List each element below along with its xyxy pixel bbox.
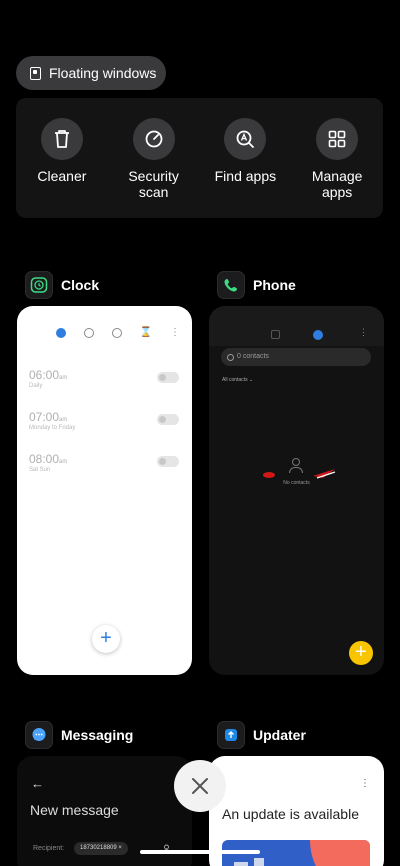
messaging-app-header[interactable]: Messaging [25,721,133,749]
alarm-toggle[interactable] [157,414,179,425]
phone-tabs: ⋮ [209,306,384,346]
security-scan-label: Security scan [128,168,179,200]
add-contact-button[interactable]: + [349,641,373,665]
search-apps-icon [224,118,267,160]
alarm-row[interactable]: 07:00am Monday to Friday [29,410,179,431]
alarm-time: 06:00 [29,368,60,382]
updater-more-menu-icon[interactable]: ⋮ [360,778,370,789]
alarm-toggle[interactable] [157,456,179,467]
phone-more-menu-icon[interactable]: ⋮ [359,327,368,338]
update-available-heading: An update is available [222,806,359,822]
phone-app-preview[interactable]: ⋮ 0 contacts All contacts ⌄ No contacts [209,306,384,675]
update-icon [217,721,245,749]
close-icon [192,778,208,794]
recipient-label: Recipient: [33,845,65,852]
alarm-days: Sat Sun [29,467,51,473]
messaging-app-name: Messaging [61,727,134,743]
grid-icon [316,118,359,160]
alarm-row[interactable]: 08:00am Sat Sun [29,452,179,473]
alarm-time: 08:00 [29,452,60,466]
shield-speedometer-icon [132,118,175,160]
close-recents-button[interactable] [174,760,226,812]
alarm-toggle[interactable] [157,372,179,383]
stopwatch-tab-icon[interactable] [111,328,122,338]
contacts-filter[interactable]: All contacts ⌄ [222,377,253,383]
contacts-tab-icon[interactable] [313,330,323,340]
updater-app-name: Updater [253,727,306,743]
alarm-tab-icon[interactable] [55,328,66,338]
alarm-days: Monday to Friday [29,425,76,431]
recents-tab-icon[interactable] [271,330,280,339]
floating-windows-button[interactable]: Floating windows [16,56,166,90]
world-clock-tab-icon[interactable] [83,328,94,338]
contacts-search-input[interactable]: 0 contacts [221,348,371,366]
alarm-time: 07:00 [29,410,60,424]
clock-app-name: Clock [61,277,100,293]
phone-app-name: Phone [253,277,296,293]
recipient-value: 18730218809 [80,845,117,851]
clock-icon [25,271,53,299]
add-alarm-button[interactable]: + [92,625,120,653]
back-arrow-icon[interactable]: ← [31,776,44,791]
phone-app-header[interactable]: Phone [217,271,296,299]
recipient-chip[interactable]: 18730218809 × [74,842,128,855]
decorative-highlight [263,469,336,479]
phone-icon [217,271,245,299]
new-message-title: New message [30,802,119,818]
chat-bubble-icon [25,721,53,749]
quick-tools-panel: Cleaner Security scan Find apps Manage a… [16,98,383,218]
alarm-row[interactable]: 06:00am Daily [29,368,179,389]
clock-tabs: ⌛ ⋮ [17,306,192,338]
find-apps-label: Find apps [214,168,277,184]
home-gesture-bar[interactable] [140,850,260,854]
updater-app-header[interactable]: Updater [217,721,306,749]
find-apps-tool[interactable]: Find apps [200,98,292,218]
clock-app-preview[interactable]: ⌛ ⋮ 06:00am Daily 07:00am Monday to Frid… [17,306,192,675]
cleaner-tool[interactable]: Cleaner [16,98,108,218]
security-scan-tool[interactable]: Security scan [108,98,200,218]
alarm-ampm: am [59,417,68,423]
trash-icon [40,118,83,160]
alarm-days: Daily [29,383,43,389]
alarm-ampm: am [59,459,68,465]
contacts-filter-label: All contacts [222,377,248,383]
manage-apps-tool[interactable]: Manage apps [291,98,383,218]
clock-app-header[interactable]: Clock [25,271,99,299]
floating-windows-label: Floating windows [49,65,157,81]
cleaner-label: Cleaner [37,168,87,184]
floating-window-icon [30,66,41,80]
alarm-ampm: am [59,375,68,381]
timer-tab-icon[interactable]: ⌛ [140,328,152,338]
manage-apps-label: Manage apps [311,168,363,200]
more-menu-icon[interactable]: ⋮ [170,328,180,338]
